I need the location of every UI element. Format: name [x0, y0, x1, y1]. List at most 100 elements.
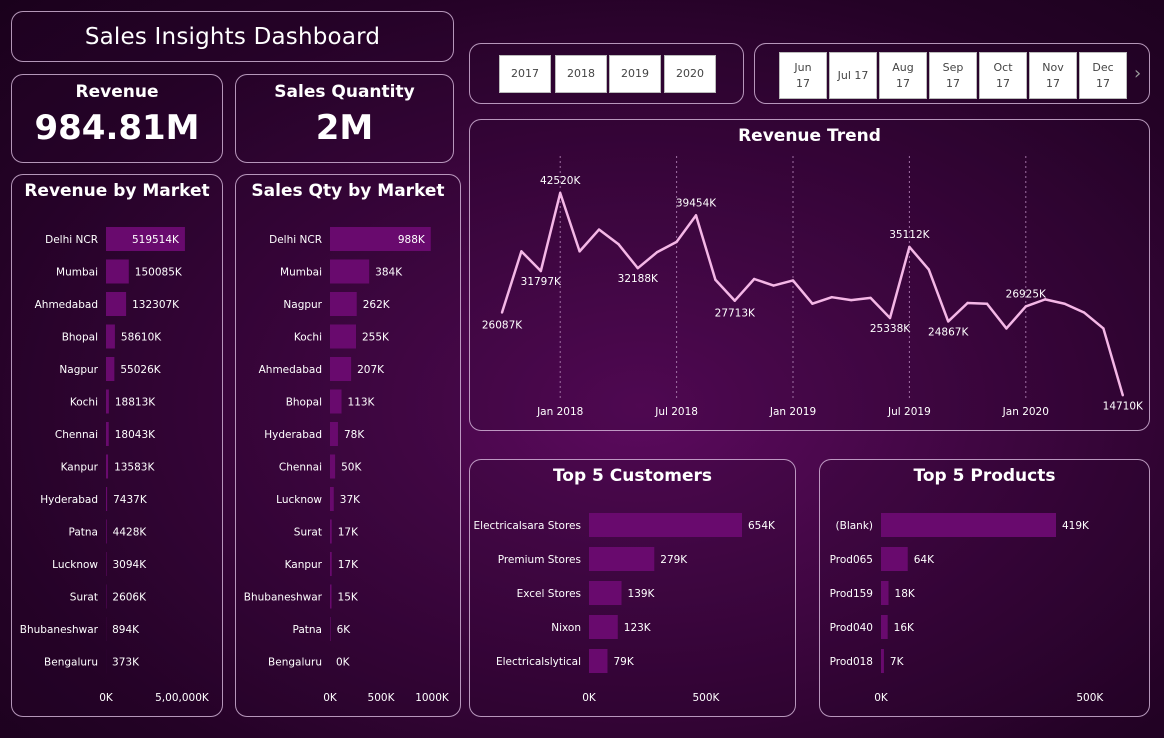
products-bar — [881, 581, 889, 605]
revenue-trend-panel: Revenue Trend Jan 2018 Jul 2018 Jan 2019 Ju… — [469, 119, 1150, 431]
chevron-right-icon[interactable]: › — [1134, 63, 1141, 84]
revenue-trend-data-label: 32188K — [618, 273, 659, 285]
qty-market-bar — [330, 584, 332, 609]
customers-data-label: 79K — [613, 656, 634, 668]
revenue-trend-point — [947, 320, 950, 323]
year-button-2019[interactable]: 2019 — [609, 55, 661, 93]
qty-market-bar — [330, 357, 352, 381]
qty-market-category-label: Bengaluru — [268, 657, 322, 669]
qty-market-category-label: Delhi NCR — [269, 234, 322, 246]
month-label: Dec — [1092, 60, 1114, 74]
month-year-label: 17 — [996, 76, 1010, 90]
revenue-trend-point — [850, 298, 853, 302]
month-button-dec-17[interactable]: Dec 17 — [1079, 52, 1127, 99]
revenue-market-bar — [106, 487, 108, 511]
revenue-market-data-label: 4428K — [113, 527, 148, 539]
revenue-market-category-label: Lucknow — [52, 559, 98, 571]
revenue-market-bar — [106, 389, 109, 414]
customers-category-label: Electricalsara Stores — [474, 520, 581, 532]
qty-market-data-label: 255K — [362, 332, 390, 344]
revenue-trend-point — [597, 228, 601, 231]
revenue-market-bar — [106, 519, 107, 544]
revenue-trend-point — [714, 278, 717, 281]
sales-qty-by-market-panel: Sales Qty by Market Delhi NCR 988K Mumbai 3… — [235, 174, 461, 717]
qty-market-category-label: Nagpur — [283, 299, 322, 311]
revenue-market-data-label: 7437K — [113, 494, 148, 506]
revenue-trend-chart: Jan 2018 Jul 2018 Jan 2019 Jul 2019 Jan 2020… — [482, 156, 1144, 418]
year-button-2020[interactable]: 2020 — [664, 55, 716, 93]
sales-quantity-kpi-value: 2M — [315, 108, 374, 148]
products-category-label: Prod159 — [830, 588, 873, 600]
year-button-2017[interactable]: 2017 — [499, 55, 551, 93]
customers-data-label: 123K — [624, 622, 652, 634]
qty-market-category-label: Hyderabad — [264, 429, 322, 441]
qty-market-category-label: Bhubaneshwar — [244, 592, 323, 604]
customers-data-label: 654K — [748, 520, 776, 532]
revenue-trend-point — [888, 316, 892, 320]
revenue-trend-point — [578, 250, 581, 253]
revenue-trend-data-label: 42520K — [540, 175, 581, 187]
products-data-label: 64K — [914, 554, 935, 566]
month-slicer: Jun 17 Jul 17 Aug 17 Sep 17 Oct 17 Nov 17 Dec… — [754, 43, 1150, 104]
month-button-jul-17[interactable]: Jul 17 — [829, 52, 877, 99]
revenue-trend-point — [908, 245, 911, 249]
qty-market-data-label: 262K — [363, 299, 391, 311]
qty-market-data-label: 37K — [340, 494, 361, 506]
revenue-market-data-label: 519514K — [132, 234, 180, 246]
qty-market-data-label: 15K — [338, 592, 359, 604]
month-year-label: 17 — [1046, 76, 1060, 90]
revenue-trend-point — [733, 299, 736, 302]
revenue-market-data-label: 3094K — [112, 559, 147, 571]
revenue-trend-data-label: 25338K — [870, 323, 911, 335]
month-year-label: 17 — [854, 68, 869, 82]
revenue-market-data-label: 373K — [112, 657, 140, 669]
qty-market-bar — [330, 422, 338, 446]
revenue-market-bar — [106, 324, 115, 349]
month-label: Aug — [892, 60, 914, 74]
revenue-trend-point — [636, 266, 639, 270]
revenue-market-data-label: 55026K — [120, 364, 161, 376]
customers-data-label: 139K — [628, 588, 656, 600]
revenue-market-category-label: Hyderabad — [40, 494, 98, 506]
customers-axis-tick-label: 500K — [693, 692, 721, 704]
year-button-2018[interactable]: 2018 — [555, 55, 607, 93]
revenue-trend-point — [500, 311, 504, 314]
revenue-market-category-label: Bhopal — [62, 332, 98, 344]
products-bar — [881, 547, 908, 571]
products-data-label: 419K — [1062, 520, 1090, 532]
qty-market-data-label: 0K — [336, 657, 351, 669]
revenue-market-data-label: 58610K — [121, 332, 162, 344]
revenue-trend-point — [656, 250, 659, 254]
month-button-sep-17[interactable]: Sep 17 — [929, 52, 977, 99]
customers-axis-tick-label: 0K — [582, 692, 597, 704]
revenue-trend-point — [694, 214, 698, 217]
revenue-trend-data-label: 26087K — [482, 320, 523, 332]
revenue-trend-x-tick-label: Jul 2018 — [654, 406, 698, 418]
revenue-trend-data-label: 27713K — [715, 308, 756, 320]
revenue-market-data-label: 894K — [112, 624, 140, 636]
month-button-aug-17[interactable]: Aug 17 — [879, 52, 927, 99]
qty-market-axis-tick-label: 1000K — [415, 692, 450, 704]
revenue-trend-point — [559, 191, 562, 195]
qty-market-data-label: 113K — [348, 397, 376, 409]
revenue-kpi-label: Revenue — [75, 82, 159, 102]
revenue-trend-point — [830, 295, 833, 299]
month-label: Nov — [1042, 60, 1064, 74]
revenue-trend-data-label: 39454K — [676, 197, 717, 209]
month-button-nov-17[interactable]: Nov 17 — [1029, 52, 1077, 99]
month-button-jun-17[interactable]: Jun 17 — [779, 52, 827, 99]
revenue-trend-data-label: 35112K — [889, 229, 930, 241]
revenue-trend-point — [1121, 394, 1124, 397]
revenue-market-axis-tick-label: 5,00,000K — [155, 692, 210, 704]
customers-bar — [589, 615, 618, 639]
month-button-oct-17[interactable]: Oct 17 — [979, 52, 1027, 99]
qty-market-data-label: 384K — [375, 267, 403, 279]
qty-market-data-label: 78K — [344, 429, 365, 441]
revenue-market-data-label: 13583K — [114, 462, 155, 474]
customers-category-label: Electricalslytical — [496, 656, 581, 668]
qty-market-bar — [330, 292, 357, 316]
qty-market-axis-tick-label: 500K — [368, 692, 396, 704]
products-data-label: 18K — [895, 588, 916, 600]
customers-bar — [589, 547, 655, 571]
qty-market-bar — [330, 259, 370, 284]
